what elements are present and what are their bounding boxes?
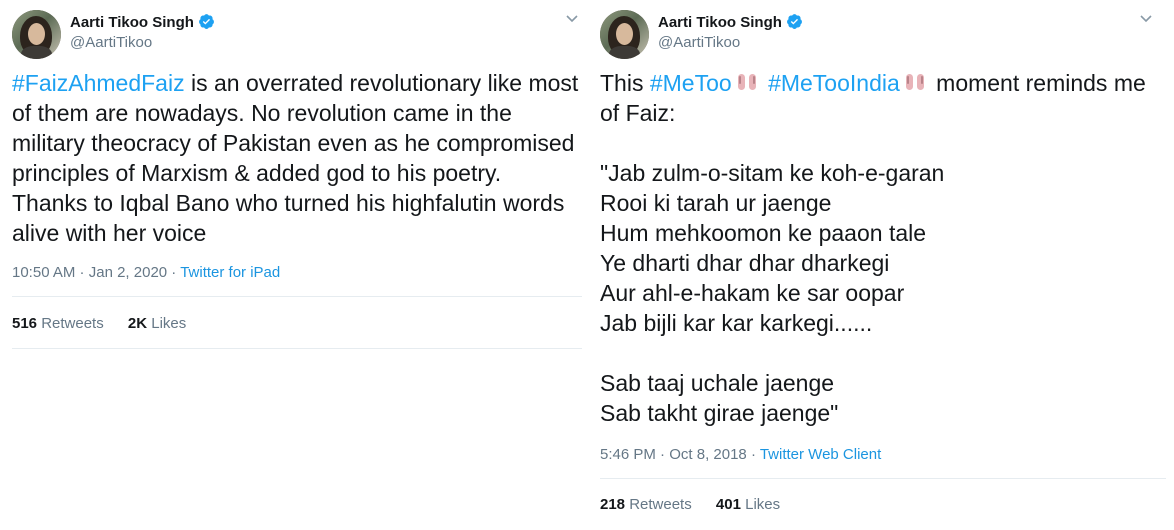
meta-separator: · [655,446,670,463]
hashtag-link[interactable]: #FaizAhmedFaiz [12,70,185,96]
raised-hand-icon [737,74,756,90]
tweet-text: #FaizAhmedFaiz is an overrated revolutio… [12,68,582,248]
author-handle[interactable]: @AartiTikoo [658,34,740,51]
chevron-down-icon[interactable] [1138,10,1154,26]
tweet-time[interactable]: 10:50 AM [12,264,75,281]
author-name-text: Aarti Tikoo Singh [70,14,194,31]
tweet-meta: 5:46 PM · Oct 8, 2018 · Twitter Web Clie… [600,446,881,463]
likes-stat[interactable]: 401 Likes [716,496,780,513]
likes-count: 2K [127,315,148,332]
retweets-count: 516 [12,315,38,332]
tweet-card: Aarti Tikoo Singh @AartiTikoo This #MeTo… [588,0,1174,530]
divider [12,348,582,349]
author-name[interactable]: Aarti Tikoo Singh [70,13,215,31]
tweet-poem: "Jab zulm-o-sitam ke koh-e-garan Rooi ki… [600,160,945,426]
tweet-stats: 218 Retweets 401 Likes [600,496,800,513]
verified-badge-icon [198,14,214,29]
tweet-text-prefix: This [600,70,650,96]
author-handle[interactable]: @AartiTikoo [70,34,152,51]
meta-separator: · [167,264,181,281]
tweet-source-link[interactable]: Twitter for iPad [180,264,280,281]
avatar[interactable] [600,10,649,59]
tweet-source-link[interactable]: Twitter Web Client [760,446,881,463]
tweet-date[interactable]: Jan 2, 2020 [89,264,167,281]
tweet-card: Aarti Tikoo Singh @AartiTikoo #FaizAhmed… [0,0,588,530]
divider [12,296,582,297]
tweet-body: is an overrated revolutionary like most … [12,70,585,246]
tweet-stats: 516 Retweets 2K Likes [12,315,206,332]
tweet-meta: 10:50 AM · Jan 2, 2020 · Twitter for iPa… [12,264,280,281]
verified-badge-icon [786,14,802,29]
hashtag-link[interactable]: #MeTooIndia [768,70,900,96]
hashtag-link[interactable]: #MeToo [650,70,732,96]
divider [600,478,1166,479]
meta-separator: · [75,264,89,281]
raised-hand-icon [905,74,924,90]
avatar[interactable] [12,10,61,59]
likes-label: Likes [147,315,187,332]
meta-separator: · [746,446,760,463]
retweets-label: Retweets [625,496,692,513]
retweets-stat[interactable]: 516 Retweets [12,315,104,332]
tweet-date[interactable]: Oct 8, 2018 [669,446,747,463]
chevron-down-icon[interactable] [564,10,580,26]
tweet-text: This #MeToo #MeTooIndia moment reminds m… [600,68,1166,428]
author-name-text: Aarti Tikoo Singh [658,14,782,31]
likes-count: 401 [715,496,741,513]
likes-label: Likes [740,496,781,513]
likes-stat[interactable]: 2K Likes [128,315,186,332]
retweets-label: Retweets [37,315,104,332]
author-name[interactable]: Aarti Tikoo Singh [658,13,803,31]
retweets-stat[interactable]: 218 Retweets [600,496,692,513]
tweet-time[interactable]: 5:46 PM [600,446,656,463]
retweets-count: 218 [600,496,626,513]
